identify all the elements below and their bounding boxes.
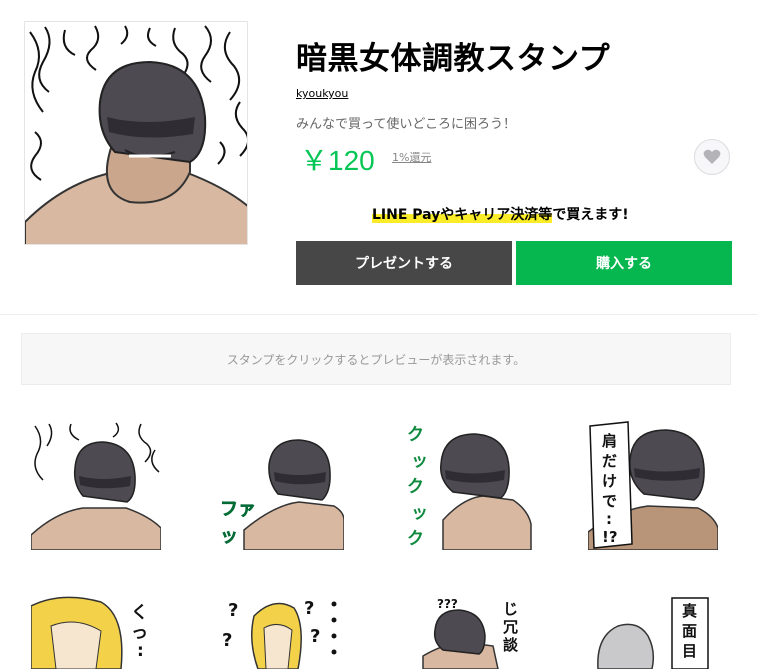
svg-text:ッ: ッ xyxy=(411,451,428,471)
svg-text:???: ??? xyxy=(437,597,458,611)
svg-text:肩: 肩 xyxy=(602,432,617,450)
promo-rest: で買えます! xyxy=(552,207,629,223)
svg-text:ファ: ファ xyxy=(220,499,256,520)
sticker-item[interactable]: 肩だけで:!? xyxy=(588,420,718,550)
svg-text:だ: だ xyxy=(602,452,617,470)
product-title: 暗黒女体調教スタンプ xyxy=(296,41,611,77)
product-price: ￥120 xyxy=(300,145,375,176)
section-divider xyxy=(0,314,757,315)
svg-text:冗: 冗 xyxy=(503,618,518,636)
sticker-item[interactable]: クックック xyxy=(403,420,533,550)
svg-text:で: で xyxy=(602,492,617,510)
svg-text:ク: ク xyxy=(407,477,424,497)
svg-text:!?: !? xyxy=(602,528,618,546)
svg-text:?: ? xyxy=(304,598,314,619)
svg-text:談: 談 xyxy=(503,636,519,654)
main-sticker-image xyxy=(24,21,248,245)
sticker-item[interactable]: ??? じ冗談 xyxy=(403,596,533,669)
svg-text:目: 目 xyxy=(682,642,697,660)
buy-button[interactable]: 購入する xyxy=(516,241,732,285)
product-description: みんなで買って使いどころに困ろう！ xyxy=(296,117,516,132)
promo-highlight: LINE Payやキャリア決済等 xyxy=(372,207,553,223)
sticker-item[interactable]: 真面目 xyxy=(588,596,718,669)
heart-icon xyxy=(703,149,721,164)
svg-text:く: く xyxy=(131,603,148,623)
point-back-link[interactable]: 1%還元 xyxy=(392,149,431,165)
sticker-item[interactable]: くっ: xyxy=(31,596,161,669)
svg-text:ッ: ッ xyxy=(411,503,428,523)
sticker-item[interactable]: ファ ッ xyxy=(214,420,344,550)
svg-text:?: ? xyxy=(310,626,320,647)
svg-text:け: け xyxy=(602,472,617,490)
svg-text:ク: ク xyxy=(407,425,424,445)
svg-text::: : xyxy=(606,510,612,528)
preview-notice: スタンプをクリックするとプレビューが表示されます。 xyxy=(21,333,731,385)
sticker-item[interactable]: ???? xyxy=(214,596,344,669)
svg-text:ク: ク xyxy=(407,529,424,549)
payment-promo: LINE Payやキャリア決済等で買えます! xyxy=(372,204,629,224)
svg-text:?: ? xyxy=(222,630,232,651)
svg-text:じ: じ xyxy=(503,600,518,618)
svg-text:?: ? xyxy=(228,600,238,621)
favorite-button[interactable] xyxy=(694,139,730,175)
svg-text:っ: っ xyxy=(131,623,148,643)
sticker-item[interactable] xyxy=(31,420,161,550)
svg-text::: : xyxy=(137,641,144,661)
svg-text:ッ: ッ xyxy=(220,526,238,547)
present-button[interactable]: プレゼントする xyxy=(296,241,512,285)
author-link[interactable]: kyoukyou xyxy=(296,87,348,100)
svg-text:真: 真 xyxy=(682,602,697,620)
svg-text:面: 面 xyxy=(682,622,697,640)
